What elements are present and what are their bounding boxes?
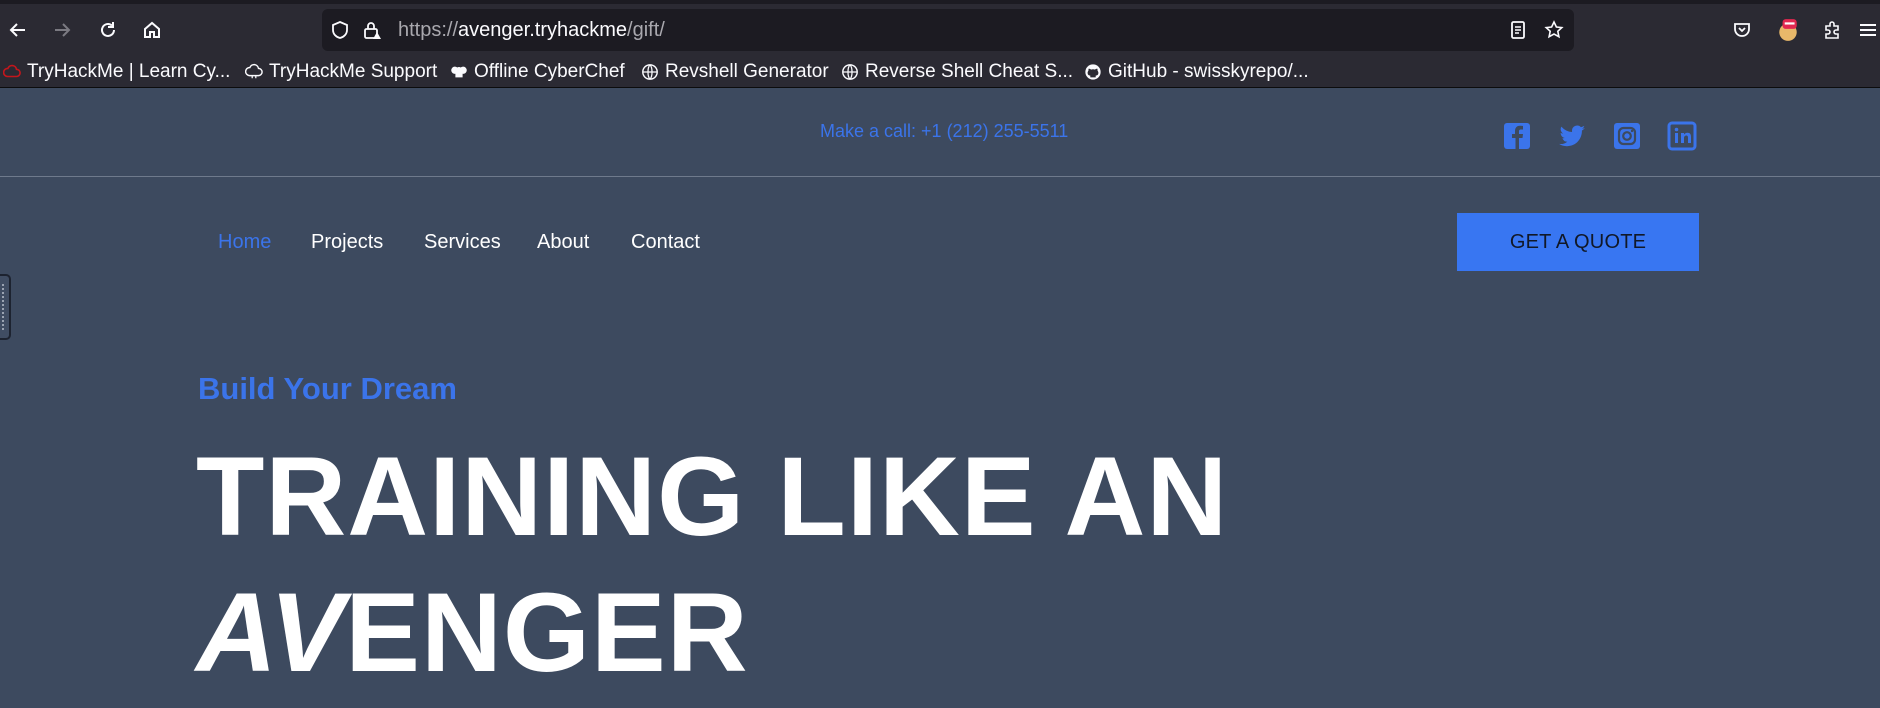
nav-about[interactable]: About xyxy=(537,231,589,254)
home-icon xyxy=(144,21,160,38)
forward-button[interactable] xyxy=(46,14,78,46)
hero-title-line2: AVENGER xyxy=(196,577,749,689)
bookmark-item[interactable]: Revshell Generator xyxy=(640,60,829,84)
bookmark-star-icon[interactable] xyxy=(1544,20,1564,40)
twitter-icon[interactable] xyxy=(1557,121,1587,151)
home-button[interactable] xyxy=(136,14,168,46)
url-bar[interactable]: https://avenger.tryhackme/gift/ xyxy=(322,9,1574,51)
hero-title-line1: TRAINING LIKE AN xyxy=(196,434,1229,559)
hero-title-rest: ENGER xyxy=(345,570,749,695)
browser-toolbar: https://avenger.tryhackme/gift/ xyxy=(0,4,1880,56)
lock-warning-icon[interactable] xyxy=(362,20,382,40)
hamburger-icon xyxy=(1860,24,1876,36)
cloud-outline-icon xyxy=(244,62,264,82)
bookmark-label: Offline CyberChef xyxy=(474,61,625,82)
extension-badge-button[interactable] xyxy=(1772,14,1804,46)
bookmark-label: GitHub - swisskyrepo/... xyxy=(1108,61,1309,82)
nav-services[interactable]: Services xyxy=(424,231,501,254)
instagram-icon[interactable] xyxy=(1612,121,1642,151)
bookmark-label: TryHackMe | Learn Cy... xyxy=(27,61,231,82)
arrow-right-icon xyxy=(55,23,71,37)
back-button[interactable] xyxy=(2,14,34,46)
url-text[interactable]: https://avenger.tryhackme/gift/ xyxy=(398,19,665,42)
extension-avatar-icon xyxy=(1779,19,1797,41)
hero-title-italic: AV xyxy=(196,570,346,695)
nav-projects[interactable]: Projects xyxy=(311,231,383,254)
top-bar: Make a call: +1 (212) 255-5511 xyxy=(0,89,1880,177)
bookmark-item[interactable]: TryHackMe | Learn Cy... xyxy=(2,60,230,84)
globe-icon xyxy=(640,62,660,82)
pocket-button[interactable] xyxy=(1726,14,1758,46)
reload-icon xyxy=(101,22,115,37)
globe-icon xyxy=(840,62,860,82)
github-icon xyxy=(1083,62,1103,82)
bookmark-label: Revshell Generator xyxy=(665,61,829,82)
facebook-icon[interactable] xyxy=(1502,121,1532,151)
reload-button[interactable] xyxy=(92,14,124,46)
bookmark-item[interactable]: Offline CyberChef xyxy=(449,60,625,84)
bookmark-item[interactable]: Reverse Shell Cheat S... xyxy=(840,60,1073,84)
pocket-icon xyxy=(1734,23,1750,37)
hero-eyebrow: Build Your Dream xyxy=(198,371,457,406)
reader-view-icon[interactable] xyxy=(1508,20,1528,40)
url-path: /gift/ xyxy=(627,19,665,41)
bookmark-item[interactable]: GitHub - swisskyrepo/... xyxy=(1083,60,1309,84)
bookmarks-toolbar: TryHackMe | Learn Cy... TryHackMe Suppor… xyxy=(0,56,1880,88)
bookmark-label: TryHackMe Support xyxy=(269,61,438,82)
puzzle-icon xyxy=(1825,21,1839,39)
bookmark-label: Reverse Shell Cheat S... xyxy=(865,61,1074,82)
get-a-quote-button[interactable]: GET A QUOTE xyxy=(1457,213,1699,271)
extensions-button[interactable] xyxy=(1816,14,1848,46)
menu-button[interactable] xyxy=(1856,14,1880,46)
call-link[interactable]: Make a call: +1 (212) 255-5511 xyxy=(820,121,1068,142)
nav-home[interactable]: Home xyxy=(218,231,271,254)
web-page: Make a call: +1 (212) 255-5511 Home Proj… xyxy=(0,89,1880,708)
arrow-left-icon xyxy=(9,23,25,37)
linkedin-icon[interactable] xyxy=(1667,121,1697,151)
url-host: avenger.tryhackme xyxy=(458,19,628,41)
nav-contact[interactable]: Contact xyxy=(631,231,700,254)
chef-hat-icon xyxy=(449,62,469,82)
bookmark-item[interactable]: TryHackMe Support xyxy=(244,60,437,84)
shield-icon[interactable] xyxy=(330,20,350,40)
cloud-icon xyxy=(2,62,22,82)
side-drawer-handle[interactable] xyxy=(0,274,11,340)
